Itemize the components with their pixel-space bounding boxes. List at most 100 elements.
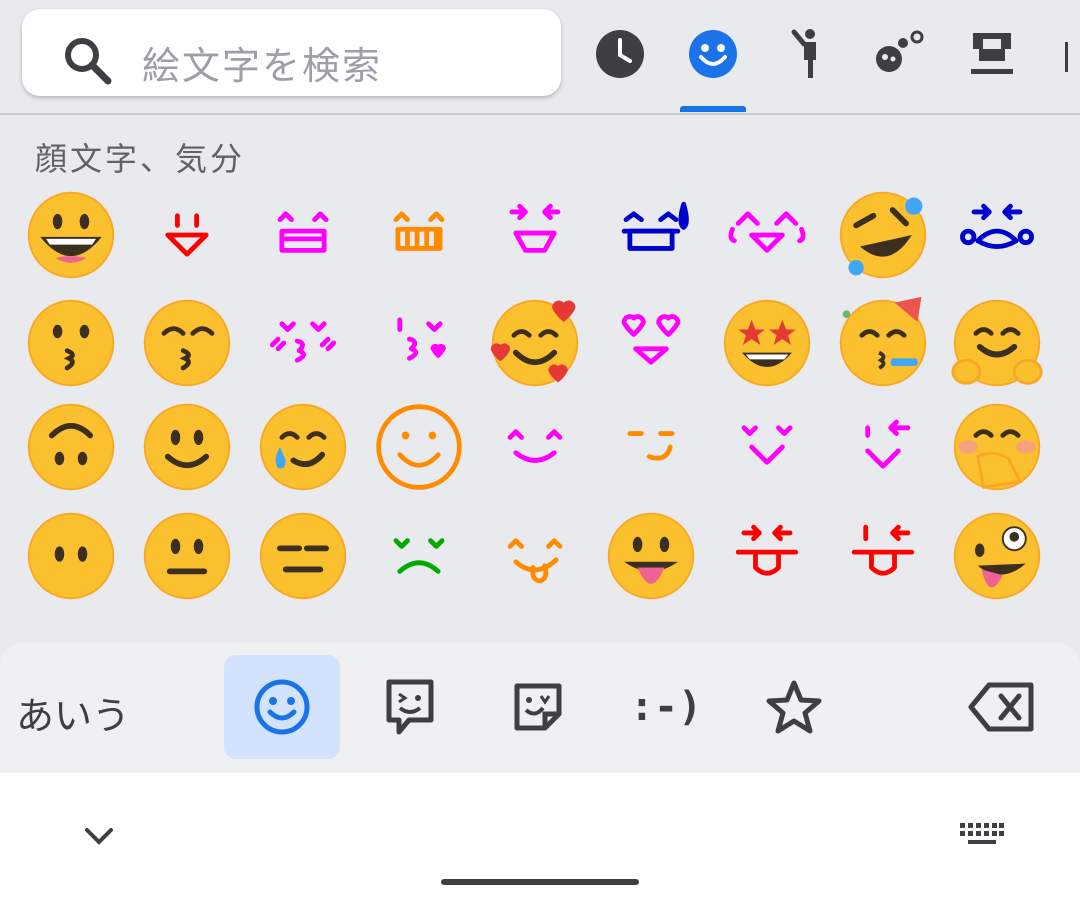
emoji-cell-partial-face[interactable] (253, 613, 353, 643)
emoji-cell-kiss-blush[interactable] (253, 293, 353, 393)
partying-face-icon (839, 296, 927, 387)
v-smile-icon (741, 425, 793, 465)
expressionless-face-icon (259, 512, 347, 600)
slightly-smiling-face-icon (143, 403, 231, 491)
partial-kaomoji-icon (719, 615, 815, 643)
emoji-cell-grinning-face[interactable] (21, 185, 121, 285)
wink-tongue-icon (851, 524, 915, 576)
frown-icon (393, 538, 445, 574)
emoji-cell-heart-eyes[interactable] (601, 293, 701, 393)
partial-face-icon (371, 615, 467, 643)
emoji-cell-partial-face[interactable] (947, 613, 1047, 643)
emoji-cell-zany-face[interactable] (947, 506, 1047, 606)
emoji-grid (0, 178, 1080, 643)
chevron-down-icon[interactable] (83, 825, 115, 847)
gesture-handle[interactable] (441, 879, 639, 885)
top-bar-divider (0, 113, 1080, 115)
emoji-cell-face-with-tongue[interactable] (601, 506, 701, 606)
smiley-icon (254, 679, 310, 735)
star-icon (766, 680, 822, 734)
emoji-cell-outline-smiley[interactable] (369, 397, 469, 497)
emoji-cell-hugging-face[interactable] (947, 293, 1047, 393)
section-title: 顔文字、気分 (35, 140, 246, 178)
emoji-cell-partial-face[interactable] (137, 613, 237, 643)
tab-emoji-kitchen[interactable] (352, 655, 468, 759)
emoji-cell-tears-of-joy[interactable] (717, 185, 817, 285)
tab-emoji[interactable] (224, 655, 340, 759)
wink-smile-icon (865, 419, 911, 469)
partial-face-icon (255, 615, 351, 643)
category-animals[interactable] (869, 24, 929, 84)
kissing-smiling-eyes-face-icon (143, 299, 231, 387)
tab-favorites[interactable] (736, 655, 852, 759)
category-food[interactable] (962, 24, 1022, 84)
emoji-cell-v-smile[interactable] (717, 397, 817, 497)
emoji-cell-upside-down-face[interactable] (21, 397, 121, 497)
emoji-cell-squint-tongue[interactable] (717, 506, 817, 606)
search-icon (65, 38, 112, 85)
search-input[interactable]: 絵文字を検索 (22, 9, 561, 96)
emoji-cell-wink-smile[interactable] (833, 397, 933, 497)
grinning-face-icon (27, 191, 115, 279)
category-smileys[interactable] (683, 24, 743, 84)
search-placeholder: 絵文字を検索 (142, 44, 383, 88)
emoji-cell-sweat-smile[interactable] (601, 185, 701, 285)
emoji-cell-crying-face[interactable] (947, 185, 1047, 285)
smiling-face-with-tear-icon (259, 403, 347, 491)
abc-switch-button[interactable]: あいう (16, 685, 130, 740)
emoji-cell-tongue-lick[interactable] (485, 506, 585, 606)
selected-category-indicator (680, 106, 746, 112)
category-people[interactable] (776, 24, 836, 84)
person-icon (791, 29, 816, 78)
emoji-cell-smiling-face-with-tear[interactable] (253, 397, 353, 497)
emoji-cell-partial-face[interactable] (369, 613, 469, 643)
emoji-cell-wink-tongue[interactable] (833, 506, 933, 606)
emoji-cell-smiling-face-with-hearts[interactable] (485, 293, 585, 393)
emoji-cell-partial-face[interactable] (21, 613, 121, 643)
tongue-smile-icon (165, 213, 209, 257)
emoji-cell-tongue-smile[interactable] (137, 185, 237, 285)
paw-icon (876, 30, 924, 72)
emoji-cell-partial-kaomoji[interactable] (717, 613, 817, 643)
kissing-face-icon (27, 299, 115, 387)
delete-button[interactable] (944, 655, 1060, 759)
outline-smiley-icon (376, 404, 462, 490)
category-divider (1065, 42, 1068, 72)
emoji-cell-smirk[interactable] (601, 397, 701, 497)
emoji-cell-kissing-face[interactable] (21, 293, 121, 393)
tab-stickers[interactable] (480, 655, 596, 759)
emoji-cell-kiss-heart[interactable] (369, 293, 469, 393)
keyboard-icon[interactable] (958, 821, 1004, 851)
partial-kaomoji-icon (835, 615, 931, 643)
squint-laugh-icon (509, 203, 561, 253)
emoji-cell-happy-box[interactable] (253, 185, 353, 285)
smiling-face-with-hearts-icon (490, 299, 579, 387)
smirk-icon (627, 431, 675, 461)
emoji-cell-frown[interactable] (369, 506, 469, 606)
emoji-cell-kissing-smiling-eyes-face[interactable] (137, 293, 237, 393)
emoji-cell-blank (485, 613, 585, 643)
emoji-cell-rolling-laughing-face[interactable] (833, 185, 933, 285)
emoji-cell-blank (601, 613, 701, 643)
tab-emoticons[interactable]: :-) (608, 655, 724, 759)
emoji-cell-squint-laugh[interactable] (485, 185, 585, 285)
category-recent[interactable] (590, 24, 650, 84)
hugging-face-icon (951, 299, 1043, 387)
crying-face-icon (960, 203, 1034, 249)
kiss-heart-icon (397, 317, 446, 361)
emoji-cell-slightly-smiling-face[interactable] (137, 397, 237, 497)
emoji-cell-hand-over-mouth-face[interactable] (947, 397, 1047, 497)
emoji-cell-neutral-face[interactable] (137, 506, 237, 606)
emoji-cell-partying-face[interactable] (833, 293, 933, 393)
face-with-tongue-icon (607, 512, 695, 600)
emoji-cell-partial-kaomoji[interactable] (833, 613, 933, 643)
emoji-cell-expressionless-face[interactable] (253, 506, 353, 606)
emoji-cell-star-struck-face[interactable] (717, 293, 817, 393)
partial-face-icon (23, 615, 119, 643)
emoji-cell-face-without-mouth[interactable] (21, 506, 121, 606)
neutral-face-icon (143, 512, 231, 600)
upside-down-face-icon (27, 403, 115, 491)
emoji-cell-grin-teeth[interactable] (369, 185, 469, 285)
emoji-panel: 絵文字を検索 顔文字、気分 あいう:-) (0, 0, 1080, 773)
emoji-cell-content-smile[interactable] (485, 397, 585, 497)
